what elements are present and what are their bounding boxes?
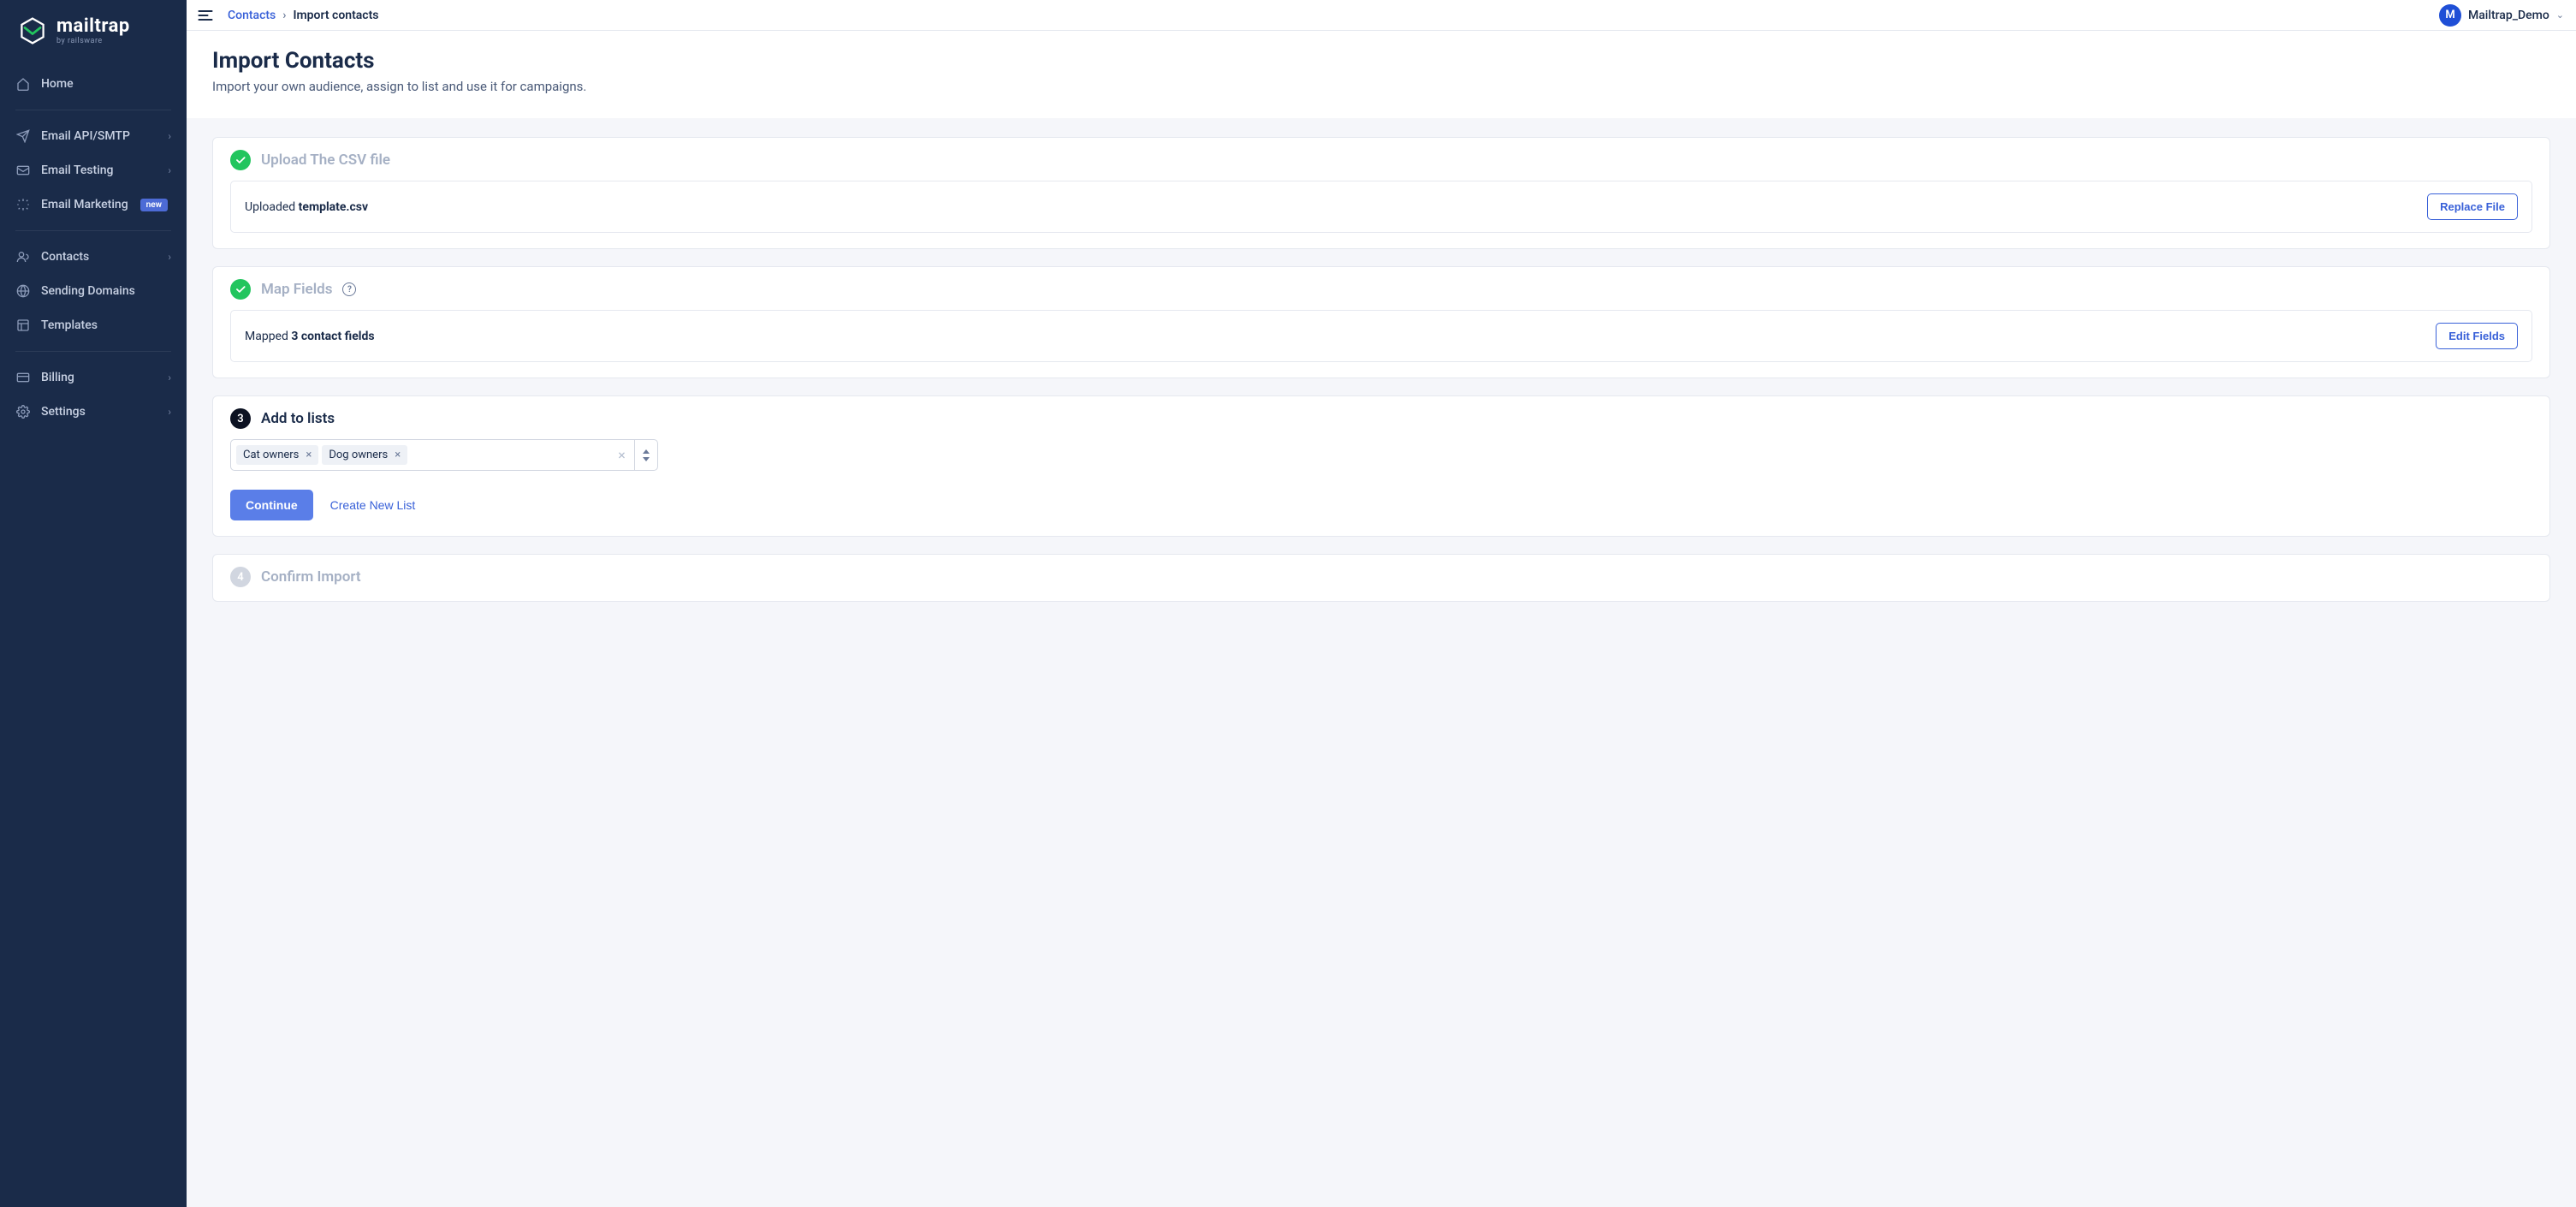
tag-dog-owners: Dog owners × (322, 445, 407, 465)
chevron-down-icon: ⌄ (2556, 9, 2564, 21)
chevron-right-icon: › (168, 251, 171, 263)
sidebar-item-label: Email API/SMTP (41, 129, 130, 143)
new-badge: new (140, 199, 168, 211)
check-icon (230, 279, 251, 300)
sidebar-item-label: Email Marketing (41, 198, 128, 211)
gear-icon (15, 404, 31, 419)
chevron-right-icon: › (168, 164, 171, 176)
map-summary: Mapped 3 contact fields (245, 330, 375, 343)
step-title: Upload The CSV file (261, 152, 390, 169)
step-upload: Upload The CSV file Uploaded template.cs… (212, 137, 2550, 249)
breadcrumb: Contacts › Import contacts (228, 9, 379, 22)
page-header: Import Contacts Import your own audience… (187, 31, 2576, 118)
sidebar: mailtrap by railsware Home Email API/SMT… (0, 0, 187, 1207)
breadcrumb-separator: › (282, 9, 286, 22)
sidebar-item-email-testing[interactable]: Email Testing › (0, 153, 187, 187)
logo[interactable]: mailtrap by railsware (0, 0, 187, 55)
page-subtitle: Import your own audience, assign to list… (212, 79, 2550, 94)
tag-cat-owners: Cat owners × (236, 445, 318, 465)
map-summary-row: Mapped 3 contact fields Edit Fields (230, 310, 2532, 362)
create-new-list-button[interactable]: Create New List (330, 498, 416, 512)
main: Contacts › Import contacts M Mailtrap_De… (187, 0, 2576, 1207)
step-confirm: 4 Confirm Import (212, 554, 2550, 602)
breadcrumb-parent[interactable]: Contacts (228, 9, 276, 22)
brand-byline: by railsware (56, 38, 130, 45)
chevron-right-icon: › (168, 130, 171, 142)
upload-summary: Uploaded template.csv (245, 200, 368, 214)
send-icon (15, 128, 31, 144)
brand-name: mailtrap (56, 17, 130, 36)
chevron-right-icon: › (168, 406, 171, 418)
sidebar-item-label: Settings (41, 405, 86, 419)
sidebar-item-label: Templates (41, 318, 98, 332)
remove-tag-button[interactable]: × (306, 449, 312, 461)
upload-summary-row: Uploaded template.csv Replace File (230, 181, 2532, 233)
tag-label: Cat owners (243, 449, 299, 461)
sidebar-item-email-api[interactable]: Email API/SMTP › (0, 119, 187, 153)
remove-tag-button[interactable]: × (395, 449, 401, 461)
tags-area[interactable]: Cat owners × Dog owners × (231, 440, 609, 470)
card-icon (15, 370, 31, 385)
continue-button[interactable]: Continue (230, 490, 313, 520)
sort-icon (642, 449, 650, 461)
clear-all-button[interactable]: × (609, 440, 635, 470)
sidebar-item-billing[interactable]: Billing › (0, 360, 187, 395)
replace-file-button[interactable]: Replace File (2427, 193, 2518, 220)
logo-icon (17, 15, 48, 46)
globe-icon (15, 283, 31, 299)
content-area: Upload The CSV file Uploaded template.cs… (187, 118, 2576, 1207)
sidebar-item-label: Contacts (41, 250, 89, 264)
sparkle-icon (15, 197, 31, 212)
breadcrumb-current: Import contacts (293, 9, 378, 22)
menu-icon (197, 7, 214, 24)
step-title: Map Fields (261, 281, 332, 298)
step-number: 3 (230, 408, 251, 429)
sidebar-item-home[interactable]: Home (0, 67, 187, 101)
topbar: Contacts › Import contacts M Mailtrap_De… (187, 0, 2576, 31)
sidebar-item-contacts[interactable]: Contacts › (0, 240, 187, 274)
edit-fields-button[interactable]: Edit Fields (2436, 323, 2518, 349)
sidebar-item-label: Home (41, 77, 74, 91)
step-number: 4 (230, 567, 251, 587)
avatar: M (2439, 4, 2461, 27)
step-map: Map Fields ? Mapped 3 contact fields Edi… (212, 266, 2550, 378)
account-name: Mailtrap_Demo (2468, 9, 2549, 22)
users-icon (15, 249, 31, 265)
page-title: Import Contacts (212, 48, 2550, 74)
layout-icon (15, 318, 31, 333)
sidebar-item-email-marketing[interactable]: Email Marketing new (0, 187, 187, 222)
step-add-to-lists: 3 Add to lists Cat owners × Dog owners (212, 395, 2550, 537)
home-icon (15, 76, 31, 92)
mail-check-icon (15, 163, 31, 178)
lists-multiselect[interactable]: Cat owners × Dog owners × × (230, 439, 658, 471)
sidebar-item-label: Email Testing (41, 164, 114, 177)
dropdown-toggle[interactable] (635, 440, 657, 470)
check-icon (230, 150, 251, 170)
tag-label: Dog owners (329, 449, 388, 461)
sidebar-item-settings[interactable]: Settings › (0, 395, 187, 429)
sidebar-item-sending-domains[interactable]: Sending Domains (0, 274, 187, 308)
menu-toggle-button[interactable] (195, 5, 216, 26)
account-menu[interactable]: M Mailtrap_Demo ⌄ (2439, 4, 2564, 27)
sidebar-item-templates[interactable]: Templates (0, 308, 187, 342)
step-title: Confirm Import (261, 568, 361, 586)
chevron-right-icon: › (168, 372, 171, 384)
sidebar-item-label: Billing (41, 371, 74, 384)
step-title: Add to lists (261, 410, 335, 427)
help-icon[interactable]: ? (342, 282, 356, 296)
sidebar-nav: Home Email API/SMTP › Email Testing › Em… (0, 55, 187, 441)
sidebar-item-label: Sending Domains (41, 284, 135, 298)
